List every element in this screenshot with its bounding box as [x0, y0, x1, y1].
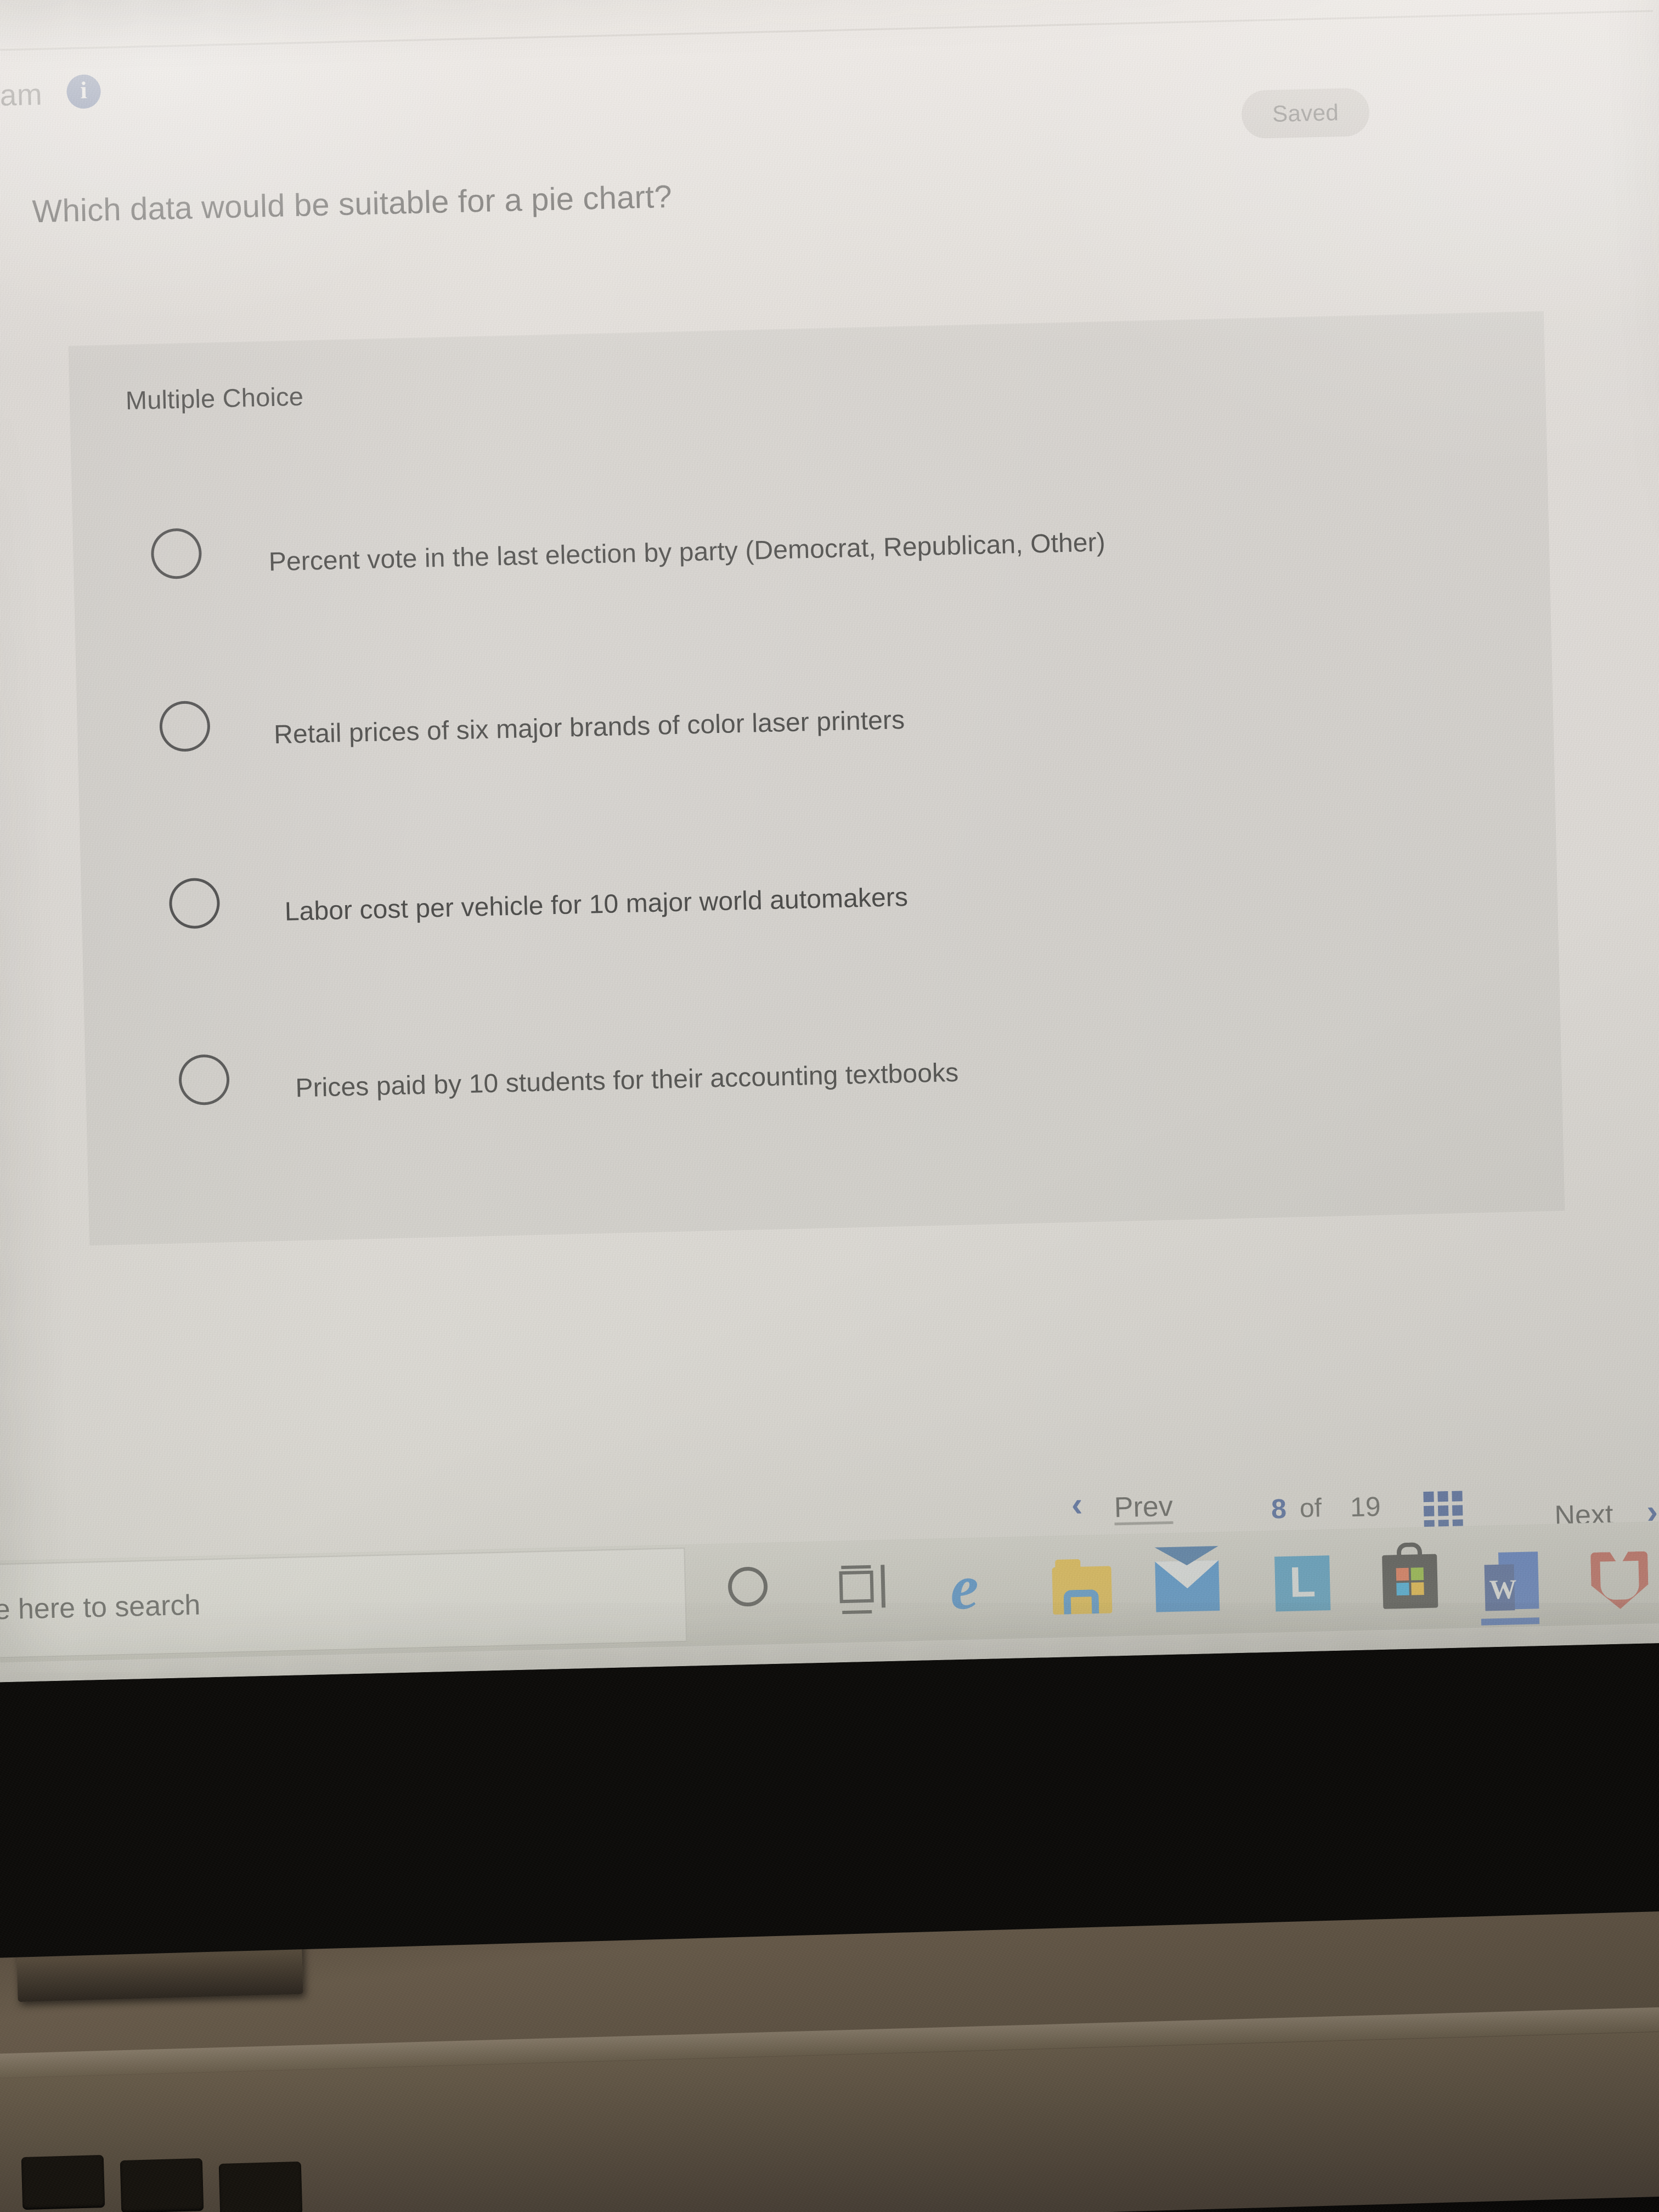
word-glyph: W: [1489, 1573, 1517, 1605]
microsoft-logo: [1396, 1567, 1424, 1595]
grid-cell: [1423, 1492, 1434, 1502]
shield-icon: [1590, 1551, 1649, 1610]
question-text: Which data would be suitable for a pie c…: [32, 178, 673, 230]
grid-cell: [1437, 1491, 1448, 1502]
file-explorer-icon[interactable]: [1052, 1566, 1112, 1615]
task-view-box: [839, 1571, 873, 1603]
answer-option-label: Percent vote in the last election by par…: [268, 527, 1105, 577]
word-icon[interactable]: W: [1484, 1556, 1539, 1614]
current-page-number: 8: [1271, 1493, 1286, 1525]
status-badge: Saved: [1241, 88, 1370, 139]
folder-clip: [1063, 1589, 1099, 1614]
task-view-bottom: [842, 1610, 872, 1614]
answer-type-label: Multiple Choice: [125, 381, 304, 416]
grid-cell: [1438, 1505, 1448, 1516]
store-bag-handle: [1397, 1542, 1423, 1561]
microsoft-store-icon[interactable]: [1382, 1554, 1438, 1609]
mail-icon[interactable]: [1155, 1560, 1220, 1612]
edge-icon[interactable]: e: [950, 1556, 1012, 1618]
laptop-screen: xam i Saved Which data would be suitable…: [0, 0, 1659, 1682]
radio-button[interactable]: [168, 878, 220, 929]
keyboard-key: [21, 2155, 105, 2210]
grid-cell: [1424, 1506, 1434, 1516]
logo-quadrant: [1396, 1568, 1409, 1581]
cortana-icon[interactable]: [727, 1566, 768, 1607]
prev-button[interactable]: Prev: [1114, 1490, 1173, 1525]
logo-quadrant: [1411, 1567, 1424, 1581]
mcafee-icon[interactable]: [1590, 1551, 1649, 1610]
windows-taskbar: pe here to search e L W: [0, 1520, 1659, 1663]
task-view-side: [881, 1565, 885, 1607]
total-pages-number: 19: [1350, 1491, 1381, 1523]
radio-button[interactable]: [150, 528, 202, 579]
active-app-indicator: [1481, 1617, 1539, 1625]
search-placeholder: pe here to search: [0, 1589, 201, 1627]
logo-quadrant: [1411, 1582, 1424, 1595]
chevron-left-icon[interactable]: ‹: [1071, 1488, 1083, 1522]
exam-title: xam: [0, 77, 43, 113]
grid-cell: [1452, 1505, 1463, 1515]
lockdown-browser-icon[interactable]: L: [1274, 1555, 1330, 1611]
grid-icon[interactable]: [1423, 1491, 1463, 1531]
keyboard-key: [120, 2158, 204, 2212]
page-of-label: of: [1299, 1493, 1322, 1523]
radio-button[interactable]: [178, 1054, 230, 1105]
task-view-top: [841, 1565, 871, 1569]
grid-cell: [1452, 1491, 1462, 1501]
task-view-icon[interactable]: [839, 1565, 890, 1610]
answer-option-label: Retail prices of six major brands of col…: [274, 705, 905, 750]
info-icon[interactable]: i: [66, 74, 101, 109]
answer-option-label: Prices paid by 10 students for their acc…: [295, 1058, 959, 1103]
answer-option-label: Labor cost per vehicle for 10 major worl…: [284, 882, 908, 927]
radio-button[interactable]: [159, 701, 211, 752]
keyboard-key: [219, 2162, 303, 2212]
lockdown-browser-glyph: L: [1289, 1560, 1316, 1604]
photo-of-laptop-screen: xam i Saved Which data would be suitable…: [0, 0, 1659, 2212]
logo-quadrant: [1396, 1583, 1409, 1596]
exam-page: xam i Saved Which data would be suitable…: [0, 0, 1659, 1682]
envelope-flap-top: [1155, 1546, 1219, 1566]
info-icon-glyph: i: [80, 78, 87, 103]
search-input[interactable]: pe here to search: [0, 1548, 687, 1659]
